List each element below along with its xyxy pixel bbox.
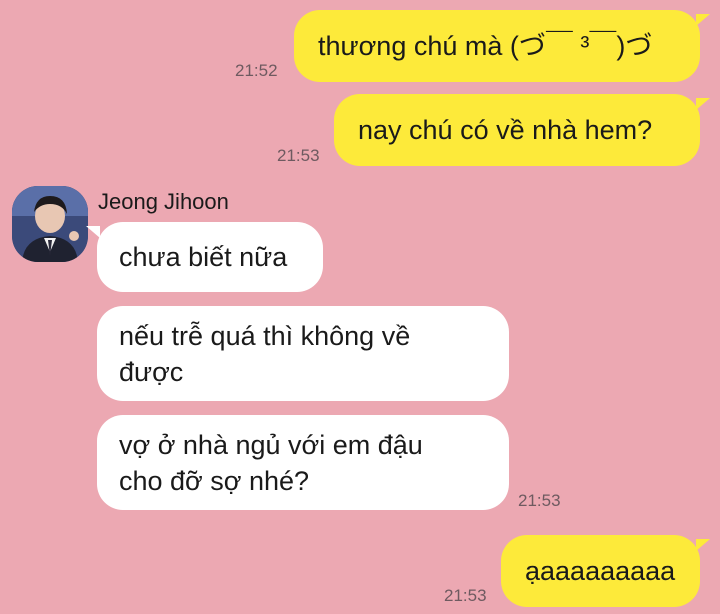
message-text: nếu trễ quá thì không về được [119, 320, 411, 387]
bubble-tail [696, 14, 710, 26]
bubble-tail [696, 539, 710, 551]
message-timestamp: 21:53 [277, 146, 320, 165]
message-timestamp: 21:52 [235, 61, 278, 80]
message-timestamp: 21:53 [518, 491, 561, 510]
avatar-photo-icon [12, 186, 88, 262]
message-text: vợ ở nhà ngủ với em đậu cho đỡ sợ nhé? [119, 429, 423, 496]
bubble-tail [696, 98, 710, 110]
message-text: chưa biết nữa [119, 242, 288, 272]
message-bubble-outgoing[interactable]: thương chú mà (づ￣ ³￣)づ [294, 10, 700, 82]
contact-avatar[interactable] [12, 186, 88, 262]
message-bubble-outgoing[interactable]: ạaaaaaaaaa [501, 535, 700, 607]
message-text: nay chú có về nhà hem? [358, 115, 653, 145]
bubble-tail [86, 226, 100, 238]
message-bubble-incoming[interactable]: chưa biết nữa [97, 222, 323, 292]
message-bubble-outgoing[interactable]: nay chú có về nhà hem? [334, 94, 700, 166]
sender-name: Jeong Jihoon [98, 189, 229, 214]
message-timestamp: 21:53 [444, 586, 487, 605]
message-text: ạaaaaaaaaa [525, 556, 676, 586]
message-bubble-incoming[interactable]: vợ ở nhà ngủ với em đậu cho đỡ sợ nhé? [97, 415, 509, 510]
message-bubble-incoming[interactable]: nếu trễ quá thì không về được [97, 306, 509, 401]
message-text: thương chú mà (づ￣ ³￣)づ [318, 31, 653, 61]
